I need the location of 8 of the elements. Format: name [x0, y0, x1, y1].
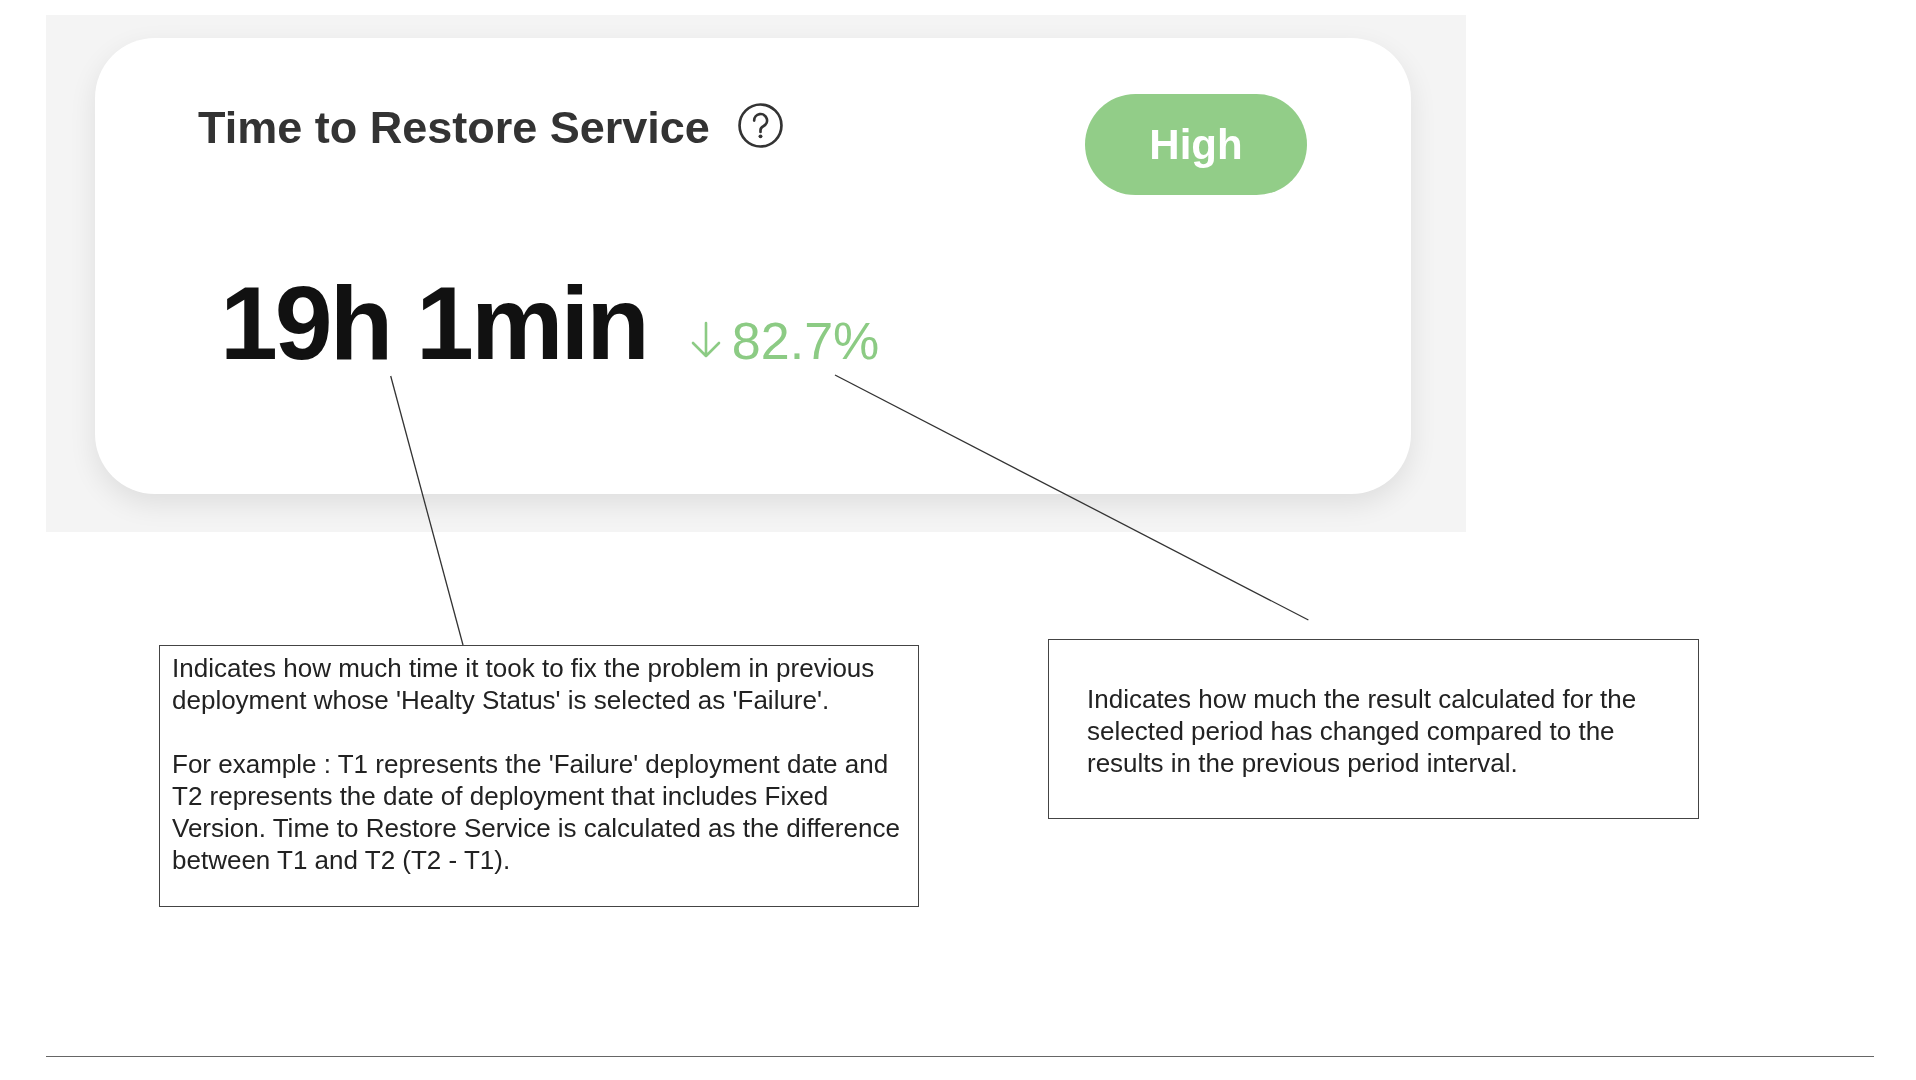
annotation-text: Indicates how much time it took to fix the problem in previous deployment whose 'Healty Status' is selected as 'Failure'. [172, 652, 876, 716]
change-percent: 82.7% [731, 315, 880, 367]
help-icon[interactable] [737, 103, 783, 148]
status-badge: High [1085, 94, 1307, 195]
metric-value: 19h 1min [220, 271, 647, 375]
annotation-text: For example : T1 represents the 'Failure' deployment date and T2 represents the date of deployment that includes Fixed Version. Time to Restore Service is calculated as the difference between T1 and T2 (T2 - T1). [172, 748, 901, 876]
annotation-text: Indicates how much the result calculated for the selected period has changed compared to the results in the previous period interval. [1087, 683, 1638, 779]
metric-title: Time to Restore Service [198, 105, 710, 150]
